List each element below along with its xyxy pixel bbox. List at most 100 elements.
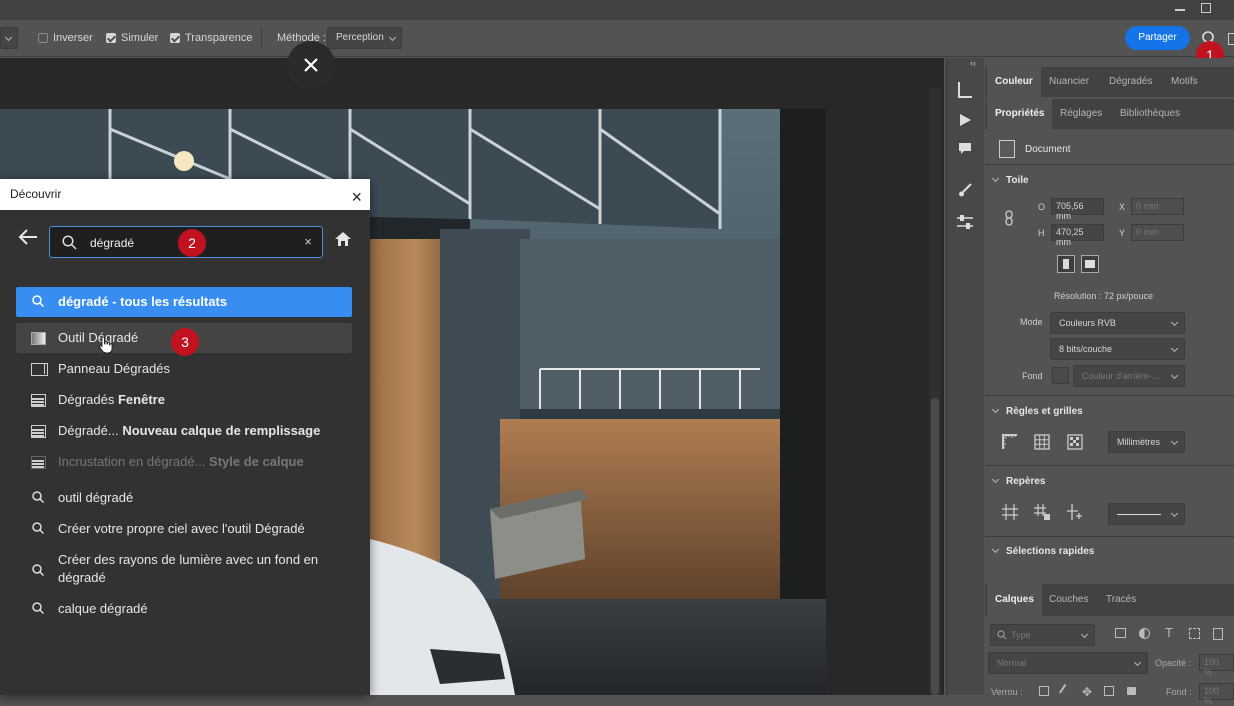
comments-icon[interactable] (958, 142, 972, 156)
discover-title: Découvrir (10, 187, 62, 201)
brush-icon[interactable] (957, 182, 973, 198)
close-icon (304, 58, 318, 72)
lock-all-icon[interactable] (1127, 687, 1136, 695)
width-field[interactable]: 705,56 mm (1051, 198, 1104, 221)
result-gradient-layer[interactable]: calque dégradé (16, 594, 352, 624)
result-search-gradient-tool[interactable]: outil dégradé (16, 483, 352, 513)
collapse-icon[interactable]: ‹‹ (970, 58, 976, 68)
history-icon[interactable] (958, 82, 972, 98)
x-field[interactable]: 0 mm (1131, 198, 1184, 215)
height-field[interactable]: 470,25 mm (1051, 224, 1104, 247)
simulate-checkbox-box[interactable] (106, 33, 116, 43)
chevron-down-icon (991, 545, 1000, 554)
transparency-checkbox-box[interactable] (170, 33, 180, 43)
invert-checkbox-box[interactable] (38, 33, 48, 43)
lock-move-icon[interactable]: ✥ (1082, 685, 1092, 699)
result-text: Dégradé... (58, 423, 123, 438)
filter-adjustment-icon[interactable] (1139, 628, 1150, 639)
simulate-label: Simuler (121, 32, 159, 44)
transparency-checkbox[interactable]: Transparence (170, 32, 252, 44)
background-swatch[interactable] (1052, 367, 1069, 384)
rulers-section-label: Règles et grilles (1006, 406, 1083, 417)
guide-style-select[interactable] (1108, 503, 1185, 525)
search-icon (32, 295, 44, 307)
result-gradients-window[interactable]: Dégradés Fenêtre (16, 385, 352, 415)
tab-swatches[interactable]: Nuancier (1041, 67, 1097, 97)
result-text: calque dégradé (58, 601, 148, 616)
quick-selections-header[interactable]: Sélections rapides (991, 545, 1094, 557)
properties-tabs: Propriétés Réglages Bibliothèques (985, 99, 1234, 129)
canvas-scrollbar[interactable] (929, 88, 941, 695)
minimize-icon[interactable] (1175, 9, 1185, 11)
transparency-label: Transparence (185, 32, 253, 44)
result-gradients-panel[interactable]: Panneau Dégradés (16, 354, 352, 384)
filter-smart-object-icon[interactable] (1213, 628, 1223, 640)
filter-type-icon[interactable]: T (1165, 625, 1173, 640)
layers-tabs: Calques Couches Tracés (985, 584, 1234, 616)
result-text: dégradé - tous les résultats (58, 294, 228, 309)
guides-lock-icon[interactable] (1033, 503, 1051, 521)
result-gradient-fill-layer[interactable]: Dégradé... Nouveau calque de remplissage (16, 416, 352, 446)
tab-libraries[interactable]: Bibliothèques (1112, 99, 1188, 129)
portrait-orientation-icon[interactable] (1057, 255, 1075, 273)
color-mode-select[interactable]: Couleurs RVB (1050, 312, 1185, 334)
layer-filter-placeholder: Type (1011, 630, 1031, 640)
tab-layers[interactable]: Calques (987, 584, 1042, 616)
tab-color[interactable]: Couleur (987, 67, 1041, 97)
method-select[interactable]: Perception (327, 27, 402, 49)
rulers-section-header[interactable]: Règles et grilles (991, 405, 1083, 417)
grid-icon[interactable] (1033, 433, 1051, 451)
filter-shape-icon[interactable] (1189, 628, 1200, 639)
play-actions-icon[interactable] (958, 113, 972, 127)
link-icon[interactable] (1004, 210, 1014, 226)
search-icon (32, 564, 44, 576)
blend-mode-select[interactable]: Normal (988, 652, 1148, 674)
opacity-label: Opacité : (1155, 658, 1192, 668)
tab-paths[interactable]: Tracés (1098, 584, 1144, 616)
workspace-icon[interactable] (1228, 33, 1234, 45)
guides-icon[interactable] (1001, 503, 1019, 521)
result-light-rays[interactable]: Créer des rayons de lumière avec un fond… (16, 551, 352, 591)
back-arrow-icon[interactable] (18, 229, 38, 245)
ruler-icon[interactable] (1001, 433, 1019, 451)
layer-filter-select[interactable]: Type (990, 624, 1095, 646)
close-icon[interactable]: × (351, 182, 362, 213)
tab-properties[interactable]: Propriétés (987, 99, 1053, 129)
tool-preset-select[interactable] (0, 27, 18, 49)
share-button[interactable]: Partager (1125, 26, 1190, 50)
clear-search-icon[interactable]: × (304, 234, 312, 249)
marker-3: 3 (171, 328, 199, 356)
scrollbar-thumb[interactable] (931, 398, 939, 695)
canvas-section-header[interactable]: Toile (991, 174, 1029, 186)
search-icon (32, 602, 44, 614)
close-discover-button[interactable] (287, 41, 335, 89)
divider (985, 164, 1234, 165)
discover-dialog: Découvrir × dégradé × dégradé - tous les… (0, 179, 370, 695)
adjust-settings-icon[interactable] (956, 214, 974, 230)
tab-channels[interactable]: Couches (1041, 584, 1096, 616)
maximize-icon[interactable] (1201, 3, 1211, 13)
opacity-field[interactable]: 100 % (1199, 654, 1234, 677)
line-style-glyph (1117, 514, 1161, 515)
y-field[interactable]: 0 mm (1131, 224, 1184, 241)
units-select[interactable]: Millimètres (1108, 431, 1185, 453)
background-select[interactable]: Couleur d'arrière-... (1073, 365, 1185, 387)
simulate-checkbox[interactable]: Simuler (106, 32, 158, 44)
landscape-orientation-icon[interactable] (1081, 255, 1099, 273)
chevron-down-icon (991, 405, 1000, 414)
result-custom-sky[interactable]: Créer votre propre ciel avec l'outil Dég… (16, 514, 352, 544)
fill-field[interactable]: 100 % (1199, 683, 1234, 706)
tab-gradients[interactable]: Dégradés (1101, 67, 1160, 97)
result-gradient-overlay: Incrustation en dégradé... Style de calq… (16, 447, 352, 477)
pixel-grid-icon[interactable] (1066, 433, 1084, 451)
filter-pixel-icon[interactable] (1115, 628, 1126, 638)
result-all[interactable]: dégradé - tous les résultats (16, 287, 352, 317)
home-icon[interactable] (334, 231, 352, 247)
guides-section-header[interactable]: Repères (991, 475, 1045, 487)
bit-depth-select[interactable]: 8 bits/couche (1050, 338, 1185, 360)
lock-brush-icon[interactable] (1059, 684, 1073, 698)
invert-checkbox[interactable]: Inverser (38, 32, 93, 44)
new-guide-icon[interactable] (1066, 503, 1084, 521)
tab-adjustments[interactable]: Réglages (1052, 99, 1110, 129)
tab-patterns[interactable]: Motifs (1163, 67, 1206, 97)
